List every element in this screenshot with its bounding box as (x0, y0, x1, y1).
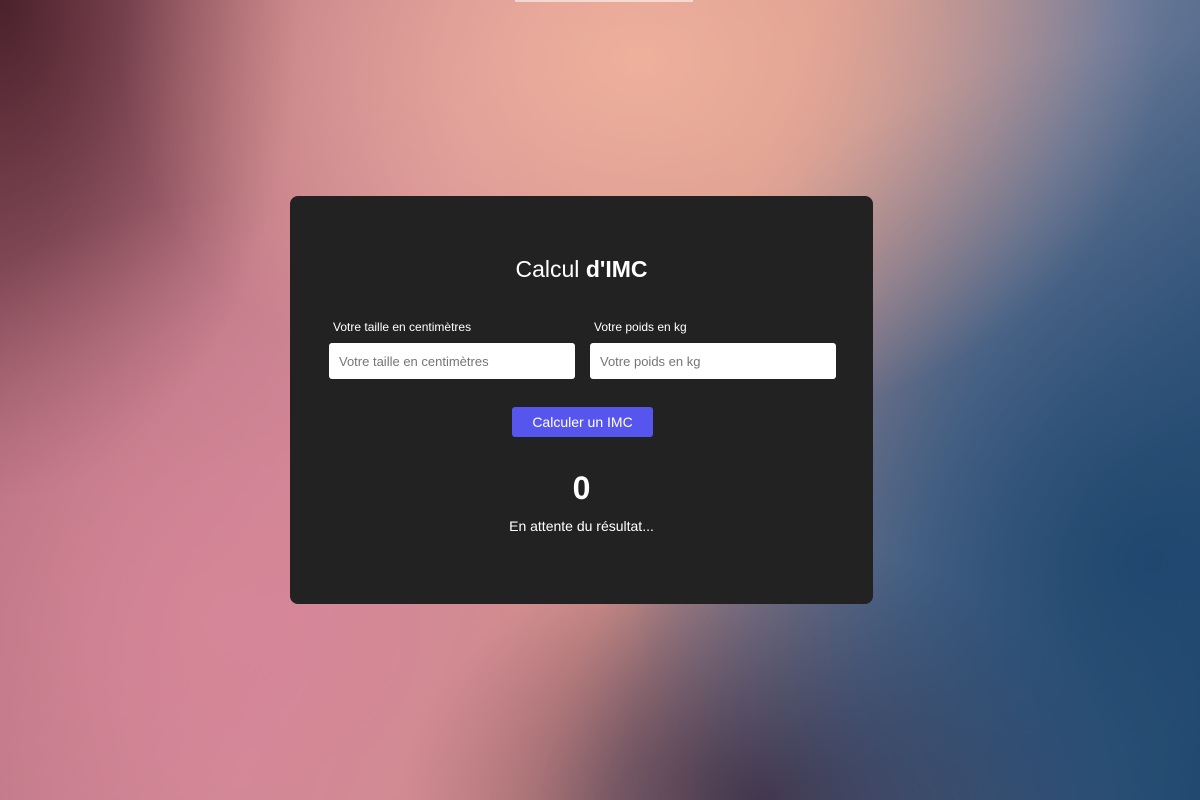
weight-label: Votre poids en kg (594, 320, 687, 334)
bmi-card: Calcul d'IMC Votre taille en centimètres… (290, 196, 873, 604)
title-prefix: Calcul (515, 256, 586, 282)
weight-field-group: Votre poids en kg (590, 320, 836, 379)
height-label: Votre taille en centimètres (333, 320, 472, 334)
result-value: 0 (572, 470, 591, 506)
calculate-bmi-button[interactable]: Calculer un IMC (512, 407, 653, 437)
height-field-group: Votre taille en centimètres (329, 320, 575, 379)
title-bold: d'IMC (585, 256, 648, 282)
height-input[interactable] (329, 343, 575, 379)
card-title: Calcul d'IMC (290, 256, 873, 283)
result-status: En attente du résultat... (509, 518, 654, 534)
top-edge-bar (515, 0, 693, 2)
weight-input[interactable] (590, 343, 836, 379)
